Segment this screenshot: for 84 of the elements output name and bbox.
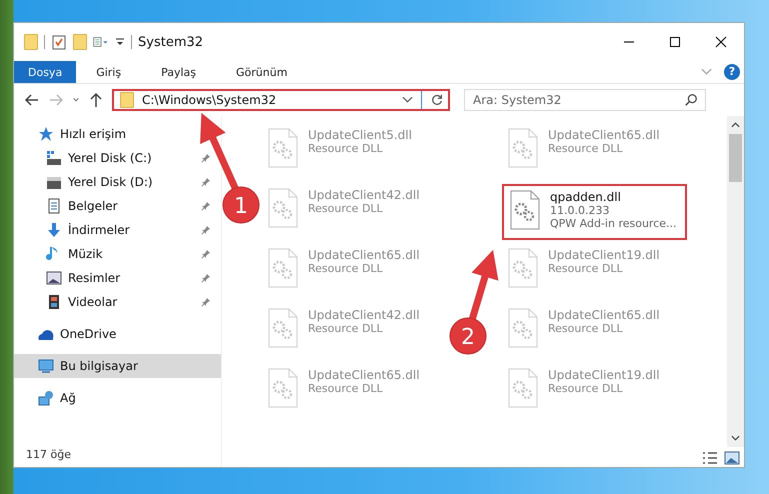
- picture-icon: [46, 270, 62, 286]
- file-name: UpdateClient65.dll: [548, 128, 660, 142]
- gear-file-icon: [508, 248, 538, 288]
- details-view-icon[interactable]: [702, 451, 718, 465]
- film-icon: [46, 294, 62, 310]
- pin-icon[interactable]: [201, 249, 211, 259]
- pin-icon[interactable]: [201, 297, 211, 307]
- pin-icon[interactable]: [201, 177, 211, 187]
- pin-icon[interactable]: [201, 201, 211, 211]
- file-detail: 11.0.0.233: [550, 204, 610, 217]
- item-count: 117 öğe: [25, 448, 72, 463]
- file-name: UpdateClient65.dll: [308, 248, 420, 262]
- address-path: C:\Windows\System32: [142, 93, 278, 107]
- help-button[interactable]: ?: [724, 64, 740, 80]
- gear-file-icon: [508, 308, 538, 348]
- file-name: UpdateClient42.dll: [308, 308, 420, 322]
- sidebar-item[interactable]: Belgeler: [14, 194, 221, 218]
- file-detail: Resource DLL: [548, 322, 624, 335]
- file-name: UpdateClient19.dll: [548, 368, 660, 382]
- sidebar-item[interactable]: Yerel Disk (C:): [14, 146, 221, 170]
- gear-file-icon: [268, 128, 298, 168]
- file-detail: Resource DLL: [308, 382, 384, 395]
- file-detail: Resource DLL: [548, 142, 624, 155]
- file-name: UpdateClient65.dll: [308, 368, 420, 382]
- network-icon: [38, 390, 54, 406]
- sidebar-item[interactable]: Hızlı erişim: [14, 122, 221, 146]
- ribbon-tab[interactable]: Giriş: [76, 61, 142, 83]
- file-name: UpdateClient65.dll: [548, 308, 660, 322]
- pin-icon[interactable]: [201, 153, 211, 163]
- gear-file-icon: [268, 188, 298, 228]
- large-icons-view-icon[interactable]: [724, 451, 740, 465]
- gear-file-icon: [268, 248, 298, 288]
- chevron-down-icon[interactable]: [402, 96, 413, 104]
- search-field[interactable]: Ara: System32: [464, 89, 706, 111]
- file-name: qpadden.dll: [550, 190, 622, 204]
- back-arrow-icon[interactable]: [24, 92, 40, 108]
- sidebar-item[interactable]: Bu bilgisayar: [14, 354, 221, 378]
- gear-file-icon: [268, 368, 298, 408]
- sidebar-item[interactable]: Müzik: [14, 242, 221, 266]
- pin-icon[interactable]: [201, 273, 211, 283]
- star-icon: [38, 126, 54, 142]
- file-name: UpdateClient19.dll: [548, 248, 660, 262]
- folder-icon: [120, 92, 134, 108]
- file-detail: Resource DLL: [308, 142, 384, 155]
- ribbon-tab[interactable]: Paylaş: [141, 61, 216, 83]
- address-bar[interactable]: C:\Windows\System32: [112, 89, 450, 111]
- file-detail: QPW Add-in resource...: [550, 217, 677, 230]
- sidebar-item[interactable]: OneDrive: [14, 322, 221, 346]
- drive-icon: [46, 174, 62, 190]
- pin-icon[interactable]: [201, 225, 211, 235]
- download-icon: [46, 222, 62, 238]
- step-number: 1: [234, 194, 248, 219]
- chevron-down-icon[interactable]: [731, 435, 740, 441]
- scrollbar[interactable]: [727, 116, 744, 447]
- sidebar-item[interactable]: Resimler: [14, 266, 221, 290]
- file-detail: Resource DLL: [548, 382, 624, 395]
- file-detail: Resource DLL: [548, 262, 624, 275]
- window-title: System32: [138, 34, 204, 50]
- refresh-icon[interactable]: [430, 93, 444, 107]
- file-detail: Resource DLL: [308, 202, 384, 215]
- step-number: 2: [461, 325, 475, 350]
- sidebar-item[interactable]: Ağ: [14, 386, 221, 410]
- sidebar-item[interactable]: İndirmeler: [14, 218, 221, 242]
- drive-icon: [46, 150, 62, 166]
- sidebar-item[interactable]: Videolar: [14, 290, 221, 314]
- file-name: UpdateClient5.dll: [308, 128, 412, 142]
- scrollbar-thumb[interactable]: [729, 134, 742, 182]
- gear-file-icon: [510, 190, 540, 230]
- gear-file-icon: [508, 128, 538, 168]
- gear-file-icon: [508, 368, 538, 408]
- file-detail: Resource DLL: [308, 262, 384, 275]
- doc-icon: [46, 198, 62, 214]
- up-arrow-icon[interactable]: [88, 92, 104, 108]
- ribbon-tab[interactable]: Görünüm: [216, 61, 308, 83]
- chevron-up-icon[interactable]: [731, 122, 740, 128]
- ribbon-tab[interactable]: Dosya: [14, 61, 76, 83]
- gear-file-icon: [268, 308, 298, 348]
- file-detail: Resource DLL: [308, 322, 384, 335]
- pc-icon: [38, 358, 54, 374]
- sidebar-item[interactable]: Yerel Disk (D:): [14, 170, 221, 194]
- file-item[interactable]: qpadden.dll 11.0.0.233 QPW Add-in resource...: [502, 184, 687, 240]
- search-icon[interactable]: [684, 93, 698, 107]
- checklist-icon[interactable]: [51, 34, 67, 50]
- file-name: UpdateClient42.dll: [308, 188, 420, 202]
